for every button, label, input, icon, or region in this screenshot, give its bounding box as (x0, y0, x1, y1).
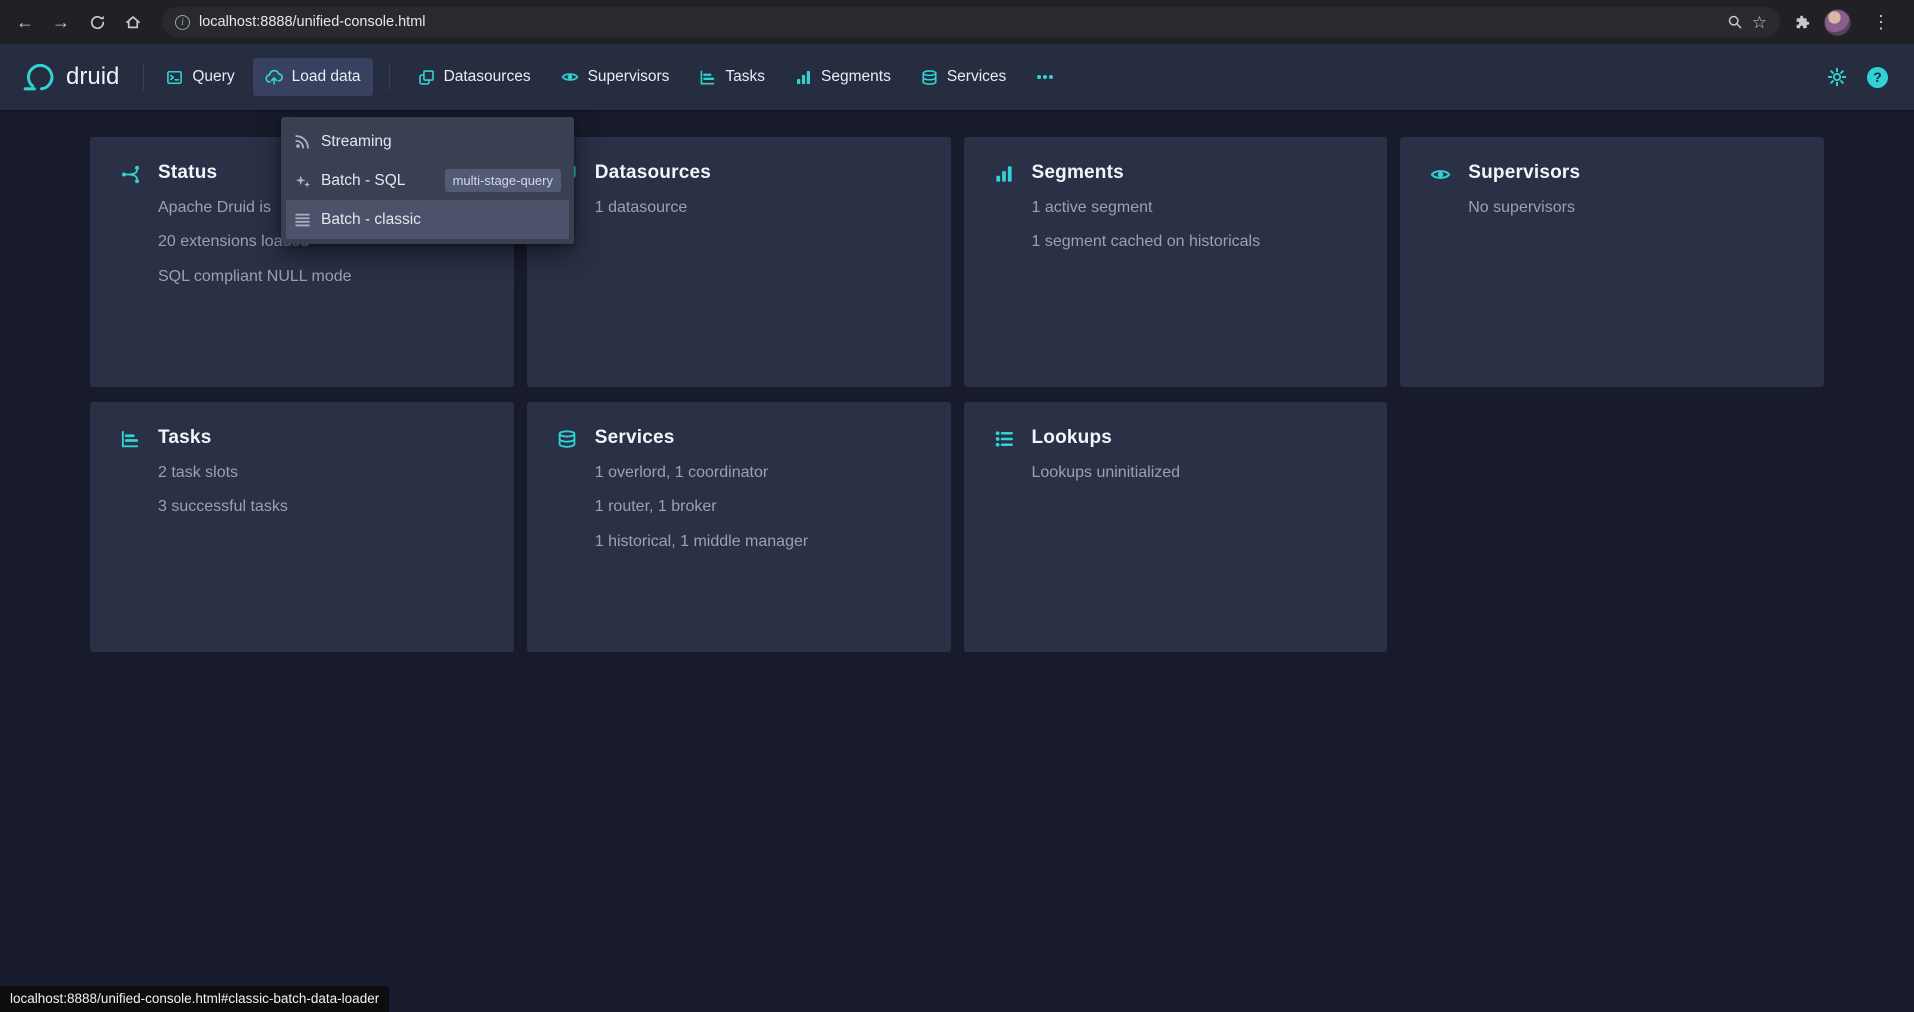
feed-icon (294, 133, 311, 150)
menu-item-label: Batch - SQL (321, 172, 405, 190)
nav-item-supervisors[interactable]: Supervisors (549, 58, 682, 96)
nav-more-button[interactable] (1024, 58, 1066, 96)
database-icon (921, 69, 938, 86)
supervisors-card[interactable]: Supervisors No supervisors (1400, 137, 1824, 387)
browser-toolbar: ← → i localhost:8888/unified-console.htm… (0, 0, 1914, 44)
profile-avatar[interactable] (1824, 9, 1851, 36)
card-title: Tasks (158, 427, 490, 449)
card-line: 1 router, 1 broker (595, 498, 927, 516)
nav-label: Load data (292, 68, 361, 86)
load-data-menu: Streaming Batch - SQL multi-stage-query … (281, 117, 574, 244)
card-line: 1 overlord, 1 coordinator (595, 464, 927, 482)
main-nav: Query Load data Datasources Supervisors (154, 58, 1066, 96)
card-line: No supervisors (1468, 199, 1800, 217)
url-text[interactable]: localhost:8888/unified-console.html (199, 14, 426, 30)
nav-label: Supervisors (588, 68, 670, 86)
gear-icon[interactable] (1827, 67, 1847, 87)
nav-item-datasources[interactable]: Datasources (406, 58, 543, 96)
tasks-card[interactable]: Tasks 2 task slots 3 successful tasks (90, 402, 514, 652)
list-icon (294, 211, 311, 228)
card-line: 2 task slots (158, 464, 490, 482)
zoom-icon[interactable] (1727, 14, 1743, 30)
site-info-icon[interactable]: i (175, 15, 190, 30)
header-actions: ? (1827, 67, 1892, 88)
card-line: 1 historical, 1 middle manager (595, 533, 927, 551)
multi-stage-query-tag: multi-stage-query (445, 169, 561, 192)
nav-item-load-data[interactable]: Load data (253, 58, 373, 96)
nav-item-query[interactable]: Query (154, 58, 246, 96)
card-title: Supervisors (1468, 162, 1800, 184)
reload-icon[interactable] (80, 5, 114, 39)
gantt-icon (699, 69, 716, 86)
gantt-icon (120, 429, 140, 449)
menu-item-label: Streaming (321, 133, 392, 151)
card-line: 1 datasource (595, 199, 927, 217)
druid-logo-icon (22, 60, 56, 94)
bookmark-star-icon[interactable]: ☆ (1752, 14, 1767, 31)
properties-icon (994, 429, 1014, 449)
menu-item-streaming[interactable]: Streaming (286, 122, 569, 161)
card-line: SQL compliant NULL mode (158, 268, 490, 286)
browser-actions: ⋮ (1794, 5, 1898, 39)
back-icon[interactable]: ← (8, 5, 42, 39)
forward-icon[interactable]: → (44, 5, 78, 39)
menu-item-batch-sql[interactable]: Batch - SQL multi-stage-query (286, 161, 569, 200)
extensions-puzzle-icon[interactable] (1794, 14, 1811, 31)
nav-label: Segments (821, 68, 891, 86)
segments-card[interactable]: Segments 1 active segment 1 segment cach… (964, 137, 1388, 387)
cloud-upload-icon (265, 68, 283, 86)
lookups-card[interactable]: Lookups Lookups uninitialized (964, 402, 1388, 652)
stacked-boxes-icon (418, 69, 435, 86)
menu-item-batch-classic[interactable]: Batch - classic (286, 200, 569, 239)
console-icon (166, 69, 183, 86)
card-line: Lookups uninitialized (1032, 464, 1364, 482)
bar-chart-icon (994, 164, 1014, 184)
help-icon[interactable]: ? (1867, 67, 1888, 88)
nav-label: Datasources (444, 68, 531, 86)
nav-item-segments[interactable]: Segments (783, 58, 903, 96)
menu-item-label: Batch - classic (321, 211, 421, 229)
nav-label: Services (947, 68, 1006, 86)
nav-item-services[interactable]: Services (909, 58, 1018, 96)
link-status-bar: localhost:8888/unified-console.html#clas… (0, 986, 389, 1012)
database-icon (557, 429, 577, 449)
card-line: 1 active segment (1032, 199, 1364, 217)
bar-chart-icon (795, 69, 812, 86)
nav-label: Tasks (725, 68, 765, 86)
nav-divider (389, 64, 390, 90)
fork-icon (120, 164, 141, 185)
header-divider (143, 64, 144, 90)
card-title: Services (595, 427, 927, 449)
datasources-card[interactable]: Datasources 1 datasource (527, 137, 951, 387)
druid-header: druid Query Load data Datasources (0, 44, 1914, 110)
nav-label: Query (192, 68, 234, 86)
card-title: Datasources (595, 162, 927, 184)
address-bar[interactable]: i localhost:8888/unified-console.html ☆ (162, 7, 1780, 37)
druid-logo[interactable]: druid (22, 60, 119, 94)
services-card[interactable]: Services 1 overlord, 1 coordinator 1 rou… (527, 402, 951, 652)
eye-icon (561, 68, 579, 86)
card-line: 1 segment cached on historicals (1032, 233, 1364, 251)
nav-item-tasks[interactable]: Tasks (687, 58, 777, 96)
browser-menu-icon[interactable]: ⋮ (1864, 5, 1898, 39)
card-line: 3 successful tasks (158, 498, 490, 516)
more-dots-icon (1036, 68, 1054, 86)
sparkle-icon (294, 172, 311, 189)
druid-logo-text: druid (66, 63, 119, 91)
card-title: Lookups (1032, 427, 1364, 449)
home-icon[interactable] (116, 5, 150, 39)
eye-icon (1430, 164, 1451, 185)
card-title: Segments (1032, 162, 1364, 184)
